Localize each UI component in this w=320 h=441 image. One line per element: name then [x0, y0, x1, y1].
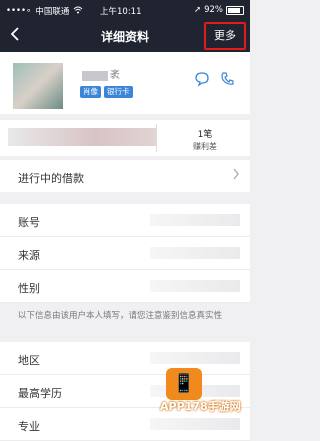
watermark-text: APP178手游网: [160, 400, 241, 413]
divider: [156, 124, 157, 152]
deal-label: 赚利差: [193, 142, 217, 151]
account-label: 账号: [18, 216, 40, 229]
battery-icon: [226, 5, 244, 15]
badge-bank-card: 银行卡: [104, 86, 133, 98]
badge-portrait: 肖像: [80, 86, 101, 98]
gender-label: 性别: [18, 282, 40, 295]
status-right: ➚ 92%: [194, 5, 244, 15]
wifi-icon: [73, 6, 83, 17]
account-value-obscured: [150, 214, 240, 226]
education-label: 最高学历: [18, 387, 62, 400]
status-left: ••••∘ 中国联通: [6, 5, 83, 17]
region-label: 地区: [18, 354, 40, 367]
major-label: 专业: [18, 420, 40, 433]
chevron-right-icon: [232, 168, 240, 184]
badge-list: 肖像 银行卡: [80, 86, 133, 98]
deal-count: 1笔: [197, 130, 213, 140]
signal-icon: ••••∘: [6, 6, 32, 16]
watermark: 📱 APP178手游网: [160, 368, 248, 426]
phone-icon[interactable]: [220, 71, 238, 89]
battery-percentage: 92%: [204, 5, 223, 15]
info-row-gender: 性别: [0, 270, 250, 303]
name-obscured: [82, 71, 108, 81]
gender-value-obscured: [150, 280, 240, 292]
user-info-notice: 以下信息由该用户本人填写，请您注意鉴别信息真实性: [18, 311, 223, 321]
location-icon: ➚: [193, 5, 202, 15]
info-row-source: 来源: [0, 237, 250, 270]
carrier-label: 中国联通: [35, 7, 70, 17]
status-time: 上午10:11: [100, 7, 142, 17]
source-label: 来源: [18, 249, 40, 262]
more-button[interactable]: 更多: [204, 22, 246, 50]
name-visible-char: 袤: [110, 70, 120, 81]
ongoing-loans-row[interactable]: 进行中的借款: [0, 160, 250, 192]
profile-card: 袤 肖像 银行卡: [0, 52, 250, 114]
credit-obscured: [8, 128, 156, 146]
region-value-obscured: [150, 352, 240, 364]
chat-bubble-icon[interactable]: [194, 71, 212, 89]
credit-summary: 1笔 赚利差: [0, 120, 250, 156]
source-value-obscured: [150, 247, 240, 259]
ongoing-loans-label: 进行中的借款: [18, 172, 84, 185]
watermark-logo-icon: 📱: [166, 368, 202, 400]
navbar: 详细资料 更多: [0, 20, 250, 52]
info-row-account: 账号: [0, 204, 250, 237]
status-bar: ••••∘ 中国联通 上午10:11 ➚ 92%: [0, 0, 250, 20]
avatar[interactable]: [13, 63, 63, 109]
info-group: 账号 来源 性别: [0, 204, 250, 303]
